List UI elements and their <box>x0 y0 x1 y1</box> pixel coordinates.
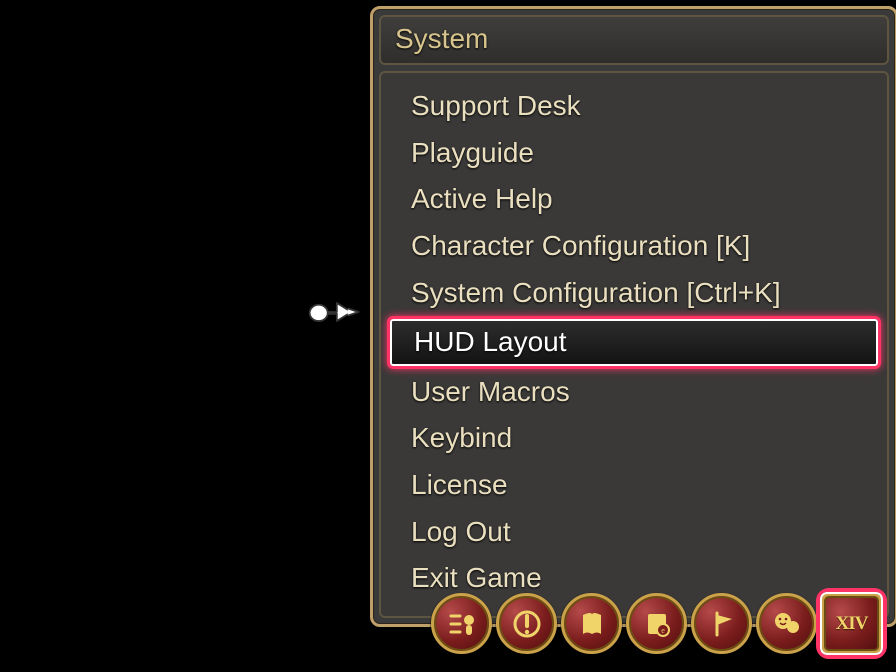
journal-icon[interactable] <box>561 593 622 654</box>
menu-item-keybind[interactable]: Keybind <box>393 415 875 462</box>
system-menu: System Support Desk Playguide Active Hel… <box>370 6 896 627</box>
handbook-icon[interactable]: e <box>626 593 687 654</box>
duty-finder-icon[interactable] <box>431 593 492 654</box>
menu-item-log-out[interactable]: Log Out <box>393 509 875 556</box>
cursor-hand-icon <box>306 292 364 332</box>
menu-body: Support Desk Playguide Active Help Chara… <box>379 71 889 618</box>
system-icon-label: XIV <box>836 613 868 635</box>
social-icon[interactable] <box>756 593 817 654</box>
menu-item-playguide[interactable]: Playguide <box>393 130 875 177</box>
menu-title: System <box>379 15 889 65</box>
menu-item-active-help[interactable]: Active Help <box>393 176 875 223</box>
main-menu-tray: e XIV <box>431 593 882 654</box>
menu-item-hud-layout[interactable]: HUD Layout <box>387 316 881 369</box>
menu-item-user-macros[interactable]: User Macros <box>393 369 875 416</box>
menu-item-character-config[interactable]: Character Configuration [K] <box>393 223 875 270</box>
flag-icon[interactable] <box>691 593 752 654</box>
menu-item-system-config[interactable]: System Configuration [Ctrl+K] <box>393 270 875 317</box>
system-icon[interactable]: XIV <box>821 593 882 654</box>
notice-icon[interactable] <box>496 593 557 654</box>
menu-item-support-desk[interactable]: Support Desk <box>393 83 875 130</box>
svg-text:e: e <box>661 626 665 635</box>
menu-item-license[interactable]: License <box>393 462 875 509</box>
